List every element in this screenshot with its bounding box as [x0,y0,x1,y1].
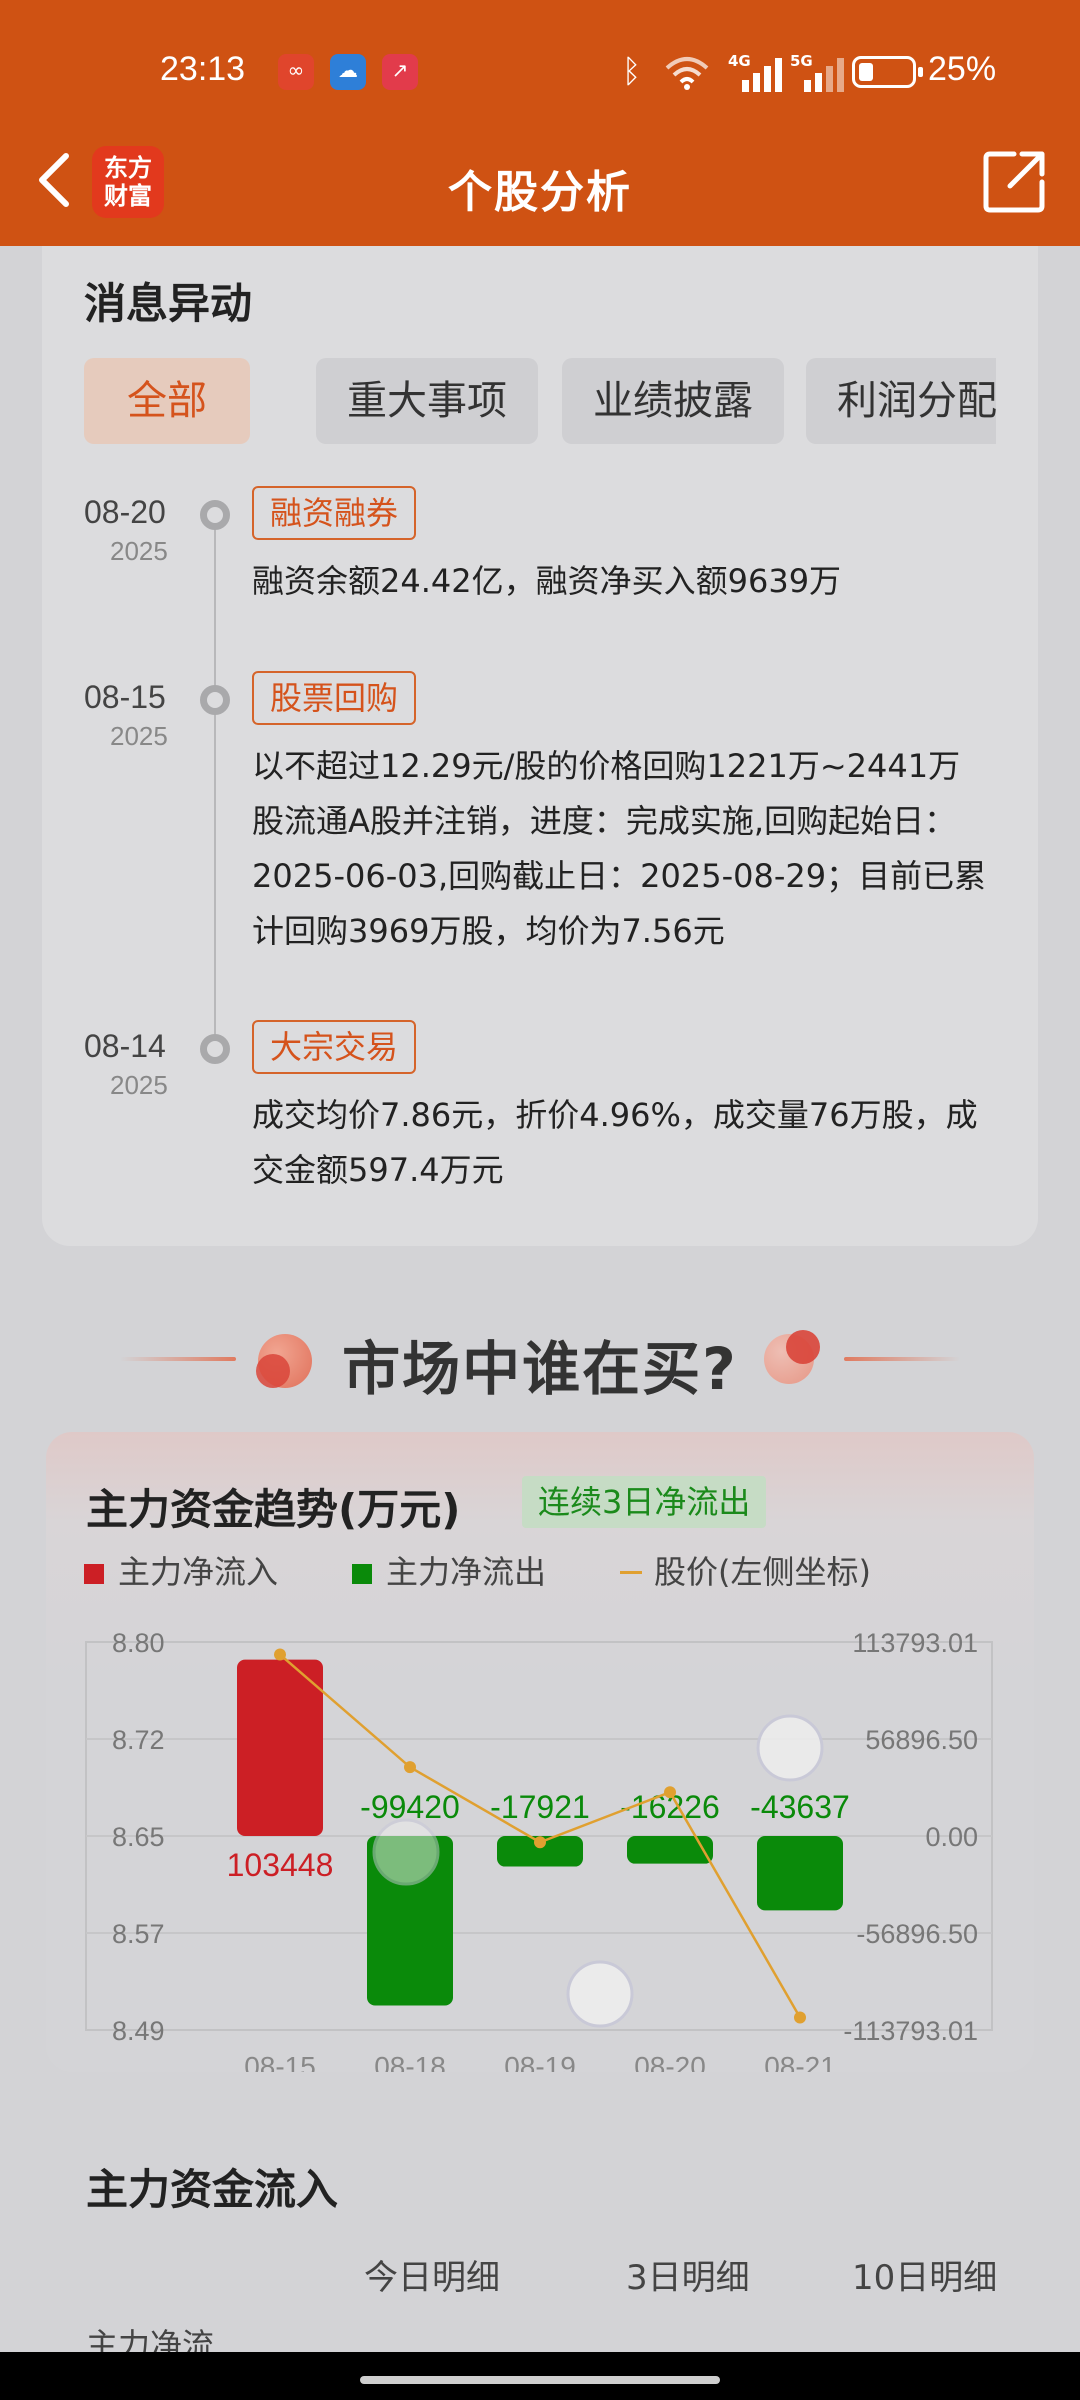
event-text: 融资余额24.42亿，融资净买入额9639万 [252,562,842,600]
left-axis-tick: 8.80 [112,1628,165,1658]
wifi-icon [665,57,709,90]
app-header: 23:13 ∞ ☁ ↗ ᛒ 4G 5G 25% 东方 财富 个股分析 [0,0,1080,246]
left-axis-tick: 8.49 [112,2016,165,2046]
price-point [534,1836,546,1849]
news-filter-tabs: 全部 重大事项 业绩披露 利润分配 [84,358,996,444]
tab-today-detail[interactable]: 今日明细 [364,2250,500,2299]
flow-value-label: -17921 [490,1789,590,1825]
tab-dividends[interactable]: 利润分配 [806,358,996,444]
x-axis-tick: 08-19 [504,2051,576,2072]
price-point [274,1648,286,1661]
flow-bar [237,1659,323,1836]
price-point [404,1761,416,1774]
fund-trend-chart[interactable]: 8.80 113793.01 8.72 56896.50 8.65 0.00 8.57 -56… [46,1432,1034,2072]
touch-indicator-icon [566,1960,634,2028]
cell-signal-5g-icon: 5G [790,52,850,92]
timeline-dot [200,1034,230,1064]
x-axis-tick: 08-18 [374,2051,446,2072]
timeline-dot [200,685,230,715]
tab-all[interactable]: 全部 [84,358,250,444]
bluetooth-icon: ᛒ [622,52,642,90]
news-section-title: 消息异动 [84,279,253,328]
x-axis-tick: 08-15 [244,2051,316,2072]
banner-divider-right [844,1357,960,1361]
decor-ball-icon [786,1330,820,1364]
event-text: 成交均价7.86元，折价4.96%，成交量76万股，成交金额597.4万元 [252,1096,978,1189]
left-axis-tick: 8.65 [112,1822,165,1852]
event-year: 2025 [110,721,168,751]
stock-app-notification-icon: ↗ [382,54,418,90]
tab-earnings[interactable]: 业绩披露 [562,358,784,444]
event-year: 2025 [110,1070,168,1100]
share-icon[interactable] [982,148,1048,214]
event-date: 08-20 [84,494,166,530]
event-text: 以不超过12.29元/股的价格回购1221万~2441万股流通A股并注销，进度：… [252,747,987,950]
app-notification-icon: ∞ [278,54,314,90]
event-year: 2025 [110,536,168,566]
inflow-section-title: 主力资金流入 [86,2165,339,2214]
tab-3day-detail[interactable]: 3日明细 [626,2250,750,2299]
price-point [664,1786,676,1799]
event-tag: 股票回购 [252,671,417,725]
status-bar: 23:13 ∞ ☁ ↗ ᛒ 4G 5G 25% [0,40,1080,106]
fund-trend-card: 主力资金趋势(万元) 连续3日净流出 主力净流入 主力净流出 股价(左侧坐标) … [46,1432,1034,2072]
flow-value-label: -43637 [750,1789,850,1825]
right-axis-tick: -56896.50 [856,1919,978,1949]
status-time: 23:13 [160,50,246,88]
x-axis-tick: 08-20 [634,2051,706,2072]
battery-percent: 25% [928,50,997,88]
x-axis-tick: 08-21 [764,2051,836,2072]
timeline-dot [200,500,230,530]
cell-signal-4g-icon: 4G [728,52,788,92]
left-axis-tick: 8.57 [112,1919,165,1949]
event-tag: 融资融券 [252,486,417,540]
tab-major-events[interactable]: 重大事项 [316,358,538,444]
page-title: 个股分析 [448,167,632,218]
price-point [794,2011,806,2024]
touch-indicator-icon [372,1818,440,1886]
home-gesture-handle[interactable] [360,2376,720,2384]
flow-bar [757,1836,843,1911]
left-axis-tick: 8.72 [112,1725,165,1755]
event-date: 08-14 [84,1028,166,1064]
flow-bar [627,1836,713,1864]
right-axis-tick: 0.00 [925,1822,978,1852]
right-axis-tick: 56896.50 [865,1725,978,1755]
event-tag: 大宗交易 [252,1020,417,1074]
battery-icon [852,56,923,88]
tab-10day-detail[interactable]: 10日明细 [852,2250,997,2299]
flow-value-label: 103448 [227,1847,334,1883]
touch-indicator-icon [756,1714,824,1782]
event-date: 08-15 [84,679,166,715]
timeline-line [214,522,216,1062]
banner-title: 市场中谁在买? [342,1335,738,1403]
right-axis-tick: -113793.01 [843,2016,978,2046]
weather-notification-icon: ☁ [330,54,366,90]
news-card: 消息异动 全部 重大事项 业绩披露 利润分配 08-20 2025 融资融券 融… [42,246,1038,1246]
right-axis-tick: 113793.01 [852,1628,978,1658]
